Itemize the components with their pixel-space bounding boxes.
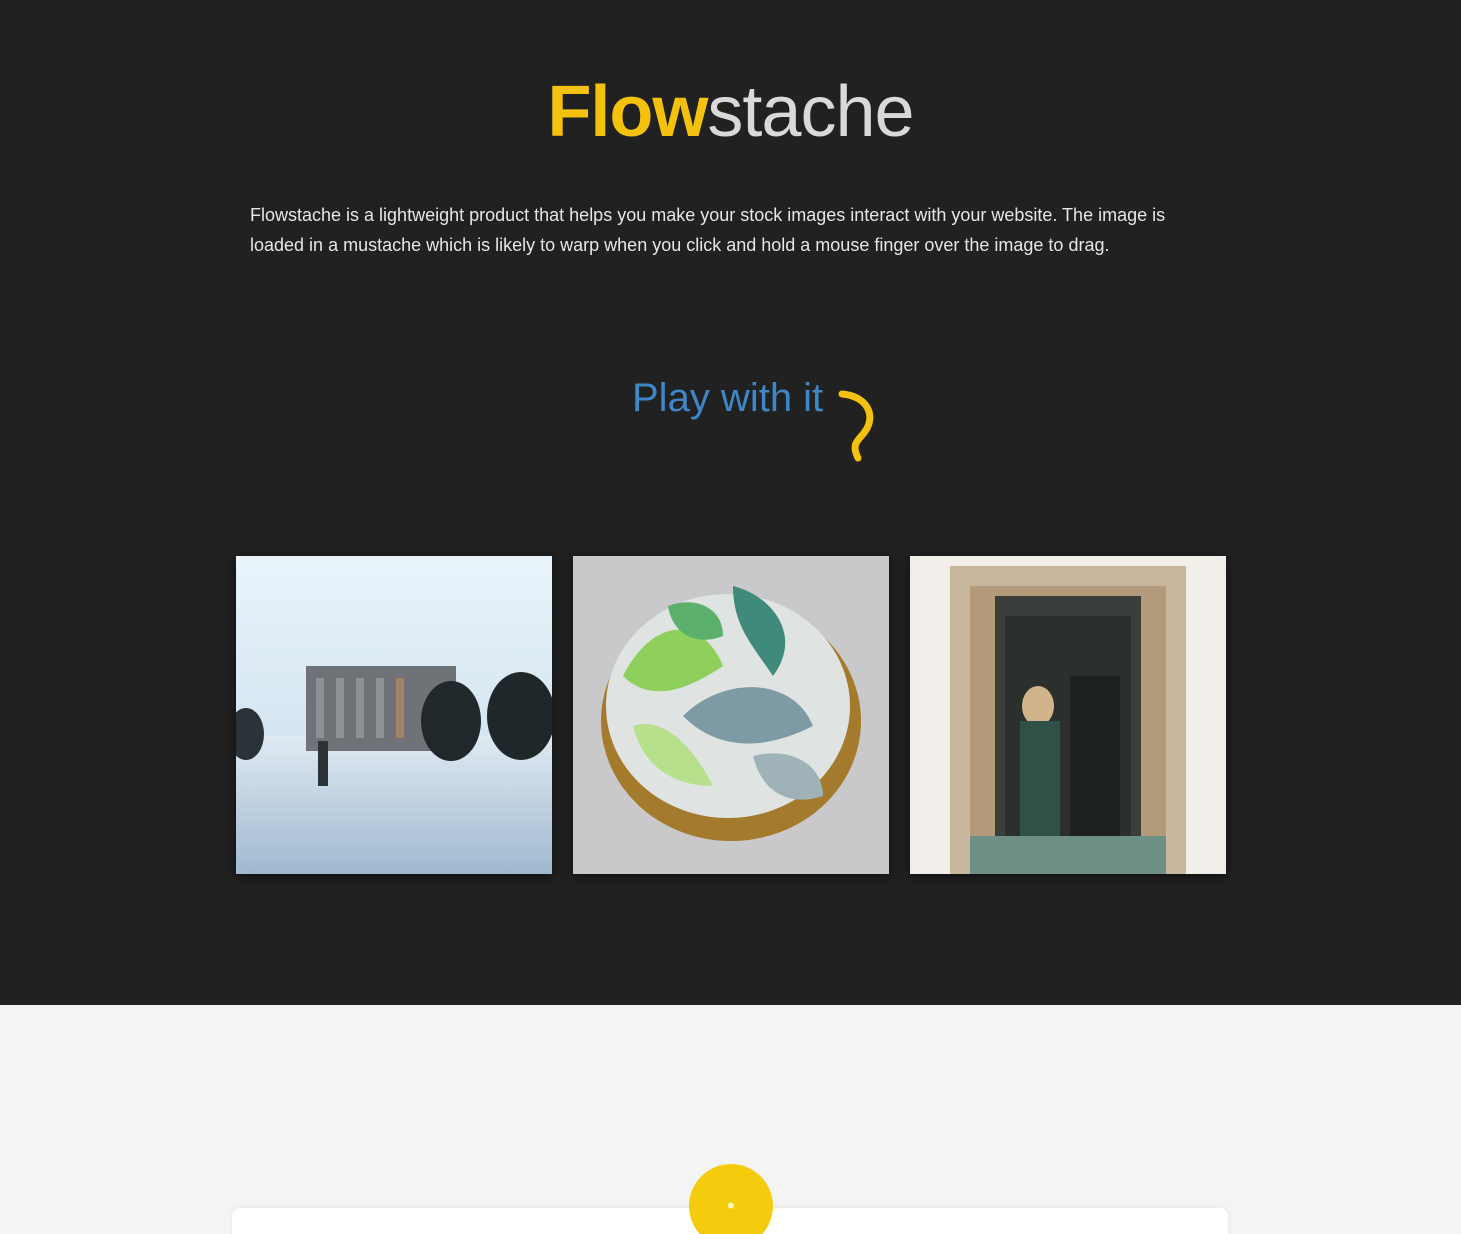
curved-arrow-down-icon [838,390,874,462]
gallery-image-cupcake[interactable] [573,556,889,874]
image-gallery [236,556,1226,876]
logo-word-stache: stache [707,72,914,152]
logo: Flowstache [0,70,1461,154]
logo-word-flow: Flow [547,72,708,152]
product-description: Flowstache is a lightweight product that… [250,205,1166,255]
hero-section: Flowstache Flowstache is a lightweight p… [0,0,1461,1005]
gallery-image-doorway[interactable] [910,556,1226,874]
play-with-it-link[interactable]: Play with it [632,372,823,424]
gallery-image-snow-landscape[interactable] [236,556,552,874]
